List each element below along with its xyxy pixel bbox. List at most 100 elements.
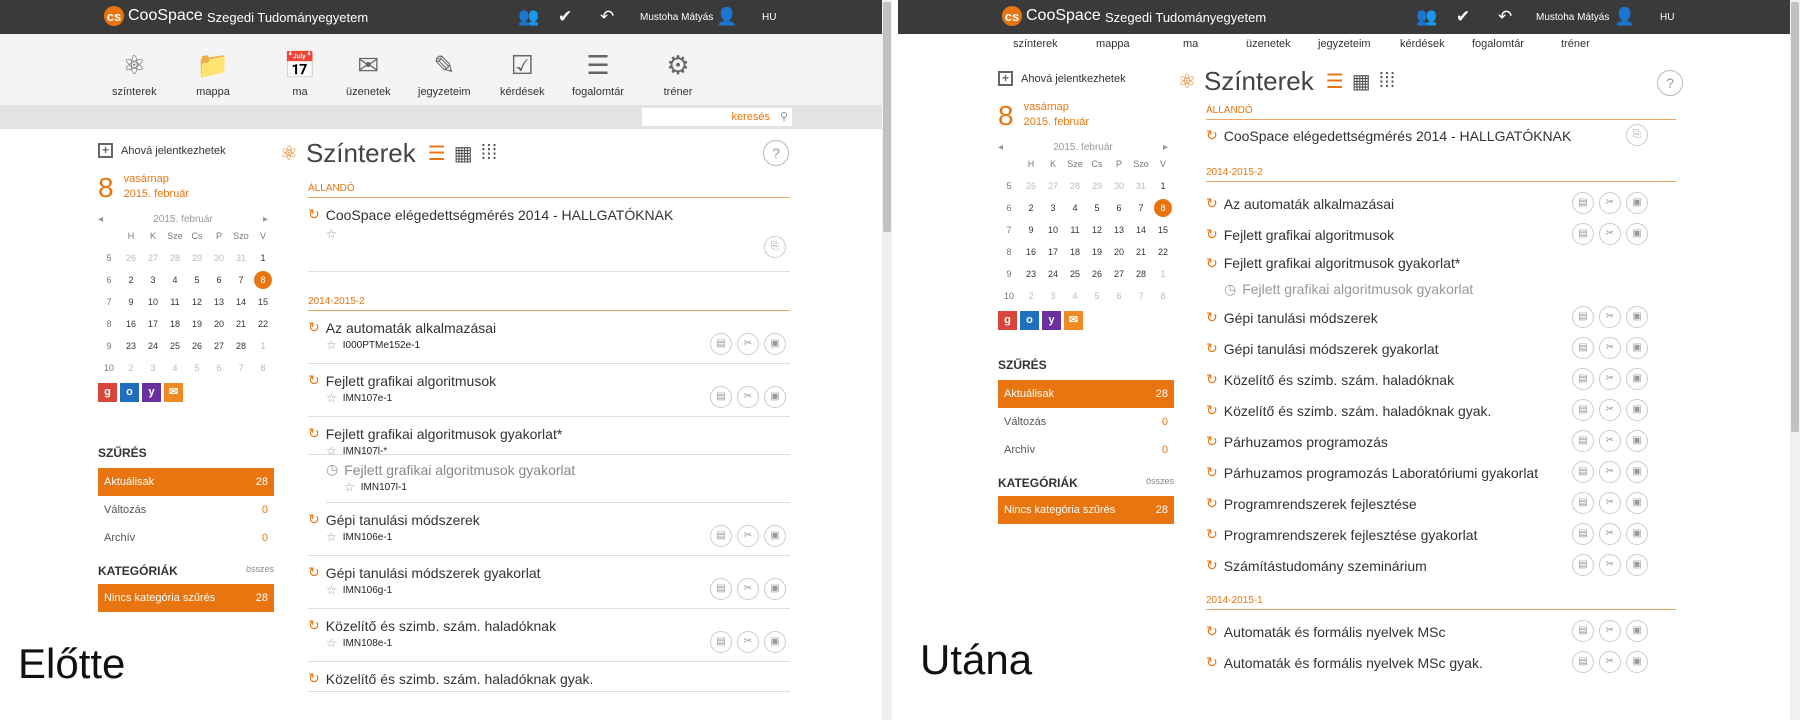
- filter-current[interactable]: Aktuálisak 28: [98, 468, 274, 496]
- calendar-day[interactable]: 3: [1042, 197, 1064, 219]
- grid-view-icon[interactable]: ▦: [454, 141, 473, 166]
- calendar-day[interactable]: 2: [1020, 197, 1042, 219]
- course-item[interactable]: ↻ Közelítő és szimb. szám. haladóknak gya…: [1206, 395, 1676, 426]
- calendar-day[interactable]: 11: [1064, 219, 1086, 241]
- language-selector[interactable]: HU: [762, 12, 776, 23]
- yahoo-icon[interactable]: y: [1042, 311, 1061, 330]
- filter-archive[interactable]: Archív 0: [998, 436, 1174, 464]
- course-item[interactable]: ↻ Fejlett grafikai algoritmusok ☆ IMN107e-…: [308, 364, 790, 417]
- user-icon[interactable]: 👤: [1614, 7, 1635, 27]
- forum-icon[interactable]: ▤: [1572, 620, 1594, 642]
- pin-icon[interactable]: ✂: [1599, 337, 1621, 359]
- next-month-button[interactable]: ▸: [1163, 142, 1168, 153]
- forum-icon[interactable]: ▤: [1572, 399, 1594, 421]
- category-none[interactable]: Nincs kategória szűrés 28: [98, 584, 274, 612]
- calendar-day[interactable]: 5: [186, 357, 208, 379]
- help-button[interactable]: ?: [763, 140, 789, 166]
- search-input[interactable]: keresés ⚲: [642, 108, 792, 126]
- copy-icon[interactable]: ⎘: [764, 236, 786, 258]
- calendar-day[interactable]: 29: [1086, 175, 1108, 197]
- calendar-day[interactable]: 6: [1108, 285, 1130, 307]
- filter-archive[interactable]: Archív 0: [98, 524, 274, 552]
- filter-changes[interactable]: Változás 0: [98, 496, 274, 524]
- check-circle-icon[interactable]: ✔: [558, 7, 572, 27]
- nav-trener[interactable]: tréner: [1561, 38, 1590, 50]
- calendar-day[interactable]: 4: [164, 357, 186, 379]
- calendar-day[interactable]: 27: [208, 335, 230, 357]
- calendar-day[interactable]: 15: [1152, 219, 1174, 241]
- nav-szinterek[interactable]: színterek: [1013, 38, 1058, 50]
- pin-icon[interactable]: ✂: [737, 631, 759, 653]
- gradebook-icon[interactable]: ▣: [764, 578, 786, 600]
- calendar-day[interactable]: 26: [186, 335, 208, 357]
- gradebook-icon[interactable]: ▣: [1626, 620, 1648, 642]
- forum-icon[interactable]: ▤: [1572, 192, 1594, 214]
- calendar-day[interactable]: 28: [230, 335, 252, 357]
- star-icon[interactable]: ☆: [326, 338, 337, 352]
- calendar-day[interactable]: 9: [120, 291, 142, 313]
- grid-view-icon[interactable]: ▦: [1352, 69, 1371, 94]
- course-item[interactable]: ↻ Automaták és formális nyelvek MSc ▤ ✂ ▣: [1206, 616, 1676, 647]
- calendar-day[interactable]: 2: [120, 269, 142, 291]
- calendar-day[interactable]: 26: [120, 247, 142, 269]
- course-item[interactable]: ↻ Párhuzamos programozás Laboratóriumi gy…: [1206, 457, 1676, 488]
- mail-icon[interactable]: ✉: [164, 383, 183, 402]
- calendar-day[interactable]: 6: [208, 357, 230, 379]
- calendar-day[interactable]: 31: [1130, 175, 1152, 197]
- categories-all-link[interactable]: összes: [1146, 476, 1174, 490]
- gradebook-icon[interactable]: ▣: [1626, 430, 1648, 452]
- calendar-day[interactable]: 13: [1108, 219, 1130, 241]
- coospace-logo[interactable]: cs CooSpace: [1002, 6, 1101, 26]
- calendar-day[interactable]: 3: [142, 269, 164, 291]
- gradebook-icon[interactable]: ▣: [1626, 651, 1648, 673]
- course-item[interactable]: ↻ Gépi tanulási módszerek gyakorlat ▤ ✂ ▣: [1206, 333, 1676, 364]
- calendar-day-today[interactable]: 8: [1152, 197, 1174, 219]
- calendar-day[interactable]: 20: [1108, 241, 1130, 263]
- calendar-day[interactable]: 15: [252, 291, 274, 313]
- pin-icon[interactable]: ✂: [1599, 399, 1621, 421]
- calendar-day[interactable]: 5: [186, 269, 208, 291]
- star-icon[interactable]: ☆: [326, 530, 337, 544]
- course-item[interactable]: ↻ Közelítő és szimb. szám. haladóknak ▤ ✂ ▣: [1206, 364, 1676, 395]
- calendar-day[interactable]: 11: [164, 291, 186, 313]
- gradebook-icon[interactable]: ▣: [764, 333, 786, 355]
- pin-icon[interactable]: ✂: [1599, 461, 1621, 483]
- calendar-day[interactable]: 10: [142, 291, 164, 313]
- check-circle-icon[interactable]: ✔: [1456, 7, 1470, 27]
- calendar-day[interactable]: 18: [1064, 241, 1086, 263]
- gradebook-icon[interactable]: ▣: [1626, 337, 1648, 359]
- user-name[interactable]: Mustoha Mátyás: [1536, 12, 1609, 23]
- calendar-day[interactable]: 16: [120, 313, 142, 335]
- star-icon[interactable]: ☆: [326, 636, 337, 650]
- course-item[interactable]: ↻ Fejlett grafikai algoritmusok gyakorlat…: [1206, 250, 1676, 276]
- pin-icon[interactable]: ✂: [1599, 430, 1621, 452]
- forum-icon[interactable]: ▤: [1572, 492, 1594, 514]
- calendar-day[interactable]: 30: [1108, 175, 1130, 197]
- outlook-icon[interactable]: o: [120, 383, 139, 402]
- pin-icon[interactable]: ✂: [1599, 523, 1621, 545]
- forum-icon[interactable]: ▤: [710, 333, 732, 355]
- gradebook-icon[interactable]: ▣: [1626, 368, 1648, 390]
- calendar-day[interactable]: 5: [1086, 197, 1108, 219]
- course-item[interactable]: ◷ Fejlett grafikai algoritmusok gyakorlat…: [326, 455, 790, 503]
- forum-icon[interactable]: ▤: [1572, 651, 1594, 673]
- pin-icon[interactable]: ✂: [737, 578, 759, 600]
- calendar-day[interactable]: 28: [164, 247, 186, 269]
- calendar-day[interactable]: 30: [208, 247, 230, 269]
- course-item[interactable]: ↻ Programrendszerek fejlesztése ▤ ✂ ▣: [1206, 488, 1676, 519]
- nav-szinterek[interactable]: ⚛ színterek: [112, 48, 157, 98]
- calendar-day[interactable]: 31: [230, 247, 252, 269]
- nav-uzenetek[interactable]: ✉ üzenetek: [346, 48, 391, 98]
- calendar-day[interactable]: 27: [142, 247, 164, 269]
- tile-view-icon[interactable]: ⁞⁞⁞: [1379, 70, 1396, 93]
- course-item[interactable]: ↻ Gépi tanulási módszerek gyakorlat ☆ IMN1…: [308, 556, 790, 609]
- gradebook-icon[interactable]: ▣: [764, 386, 786, 408]
- calendar-day[interactable]: 14: [1130, 219, 1152, 241]
- enroll-link[interactable]: + Ahová jelentkezhetek: [98, 143, 274, 158]
- gradebook-icon[interactable]: ▣: [1626, 492, 1648, 514]
- star-icon[interactable]: ☆: [344, 480, 355, 494]
- calendar-day[interactable]: 20: [208, 313, 230, 335]
- calendar-day[interactable]: 26: [1086, 263, 1108, 285]
- course-item[interactable]: ↻ Közelítő és szimb. szám. haladóknak ☆ IM…: [308, 609, 790, 662]
- calendar-day[interactable]: 22: [1152, 241, 1174, 263]
